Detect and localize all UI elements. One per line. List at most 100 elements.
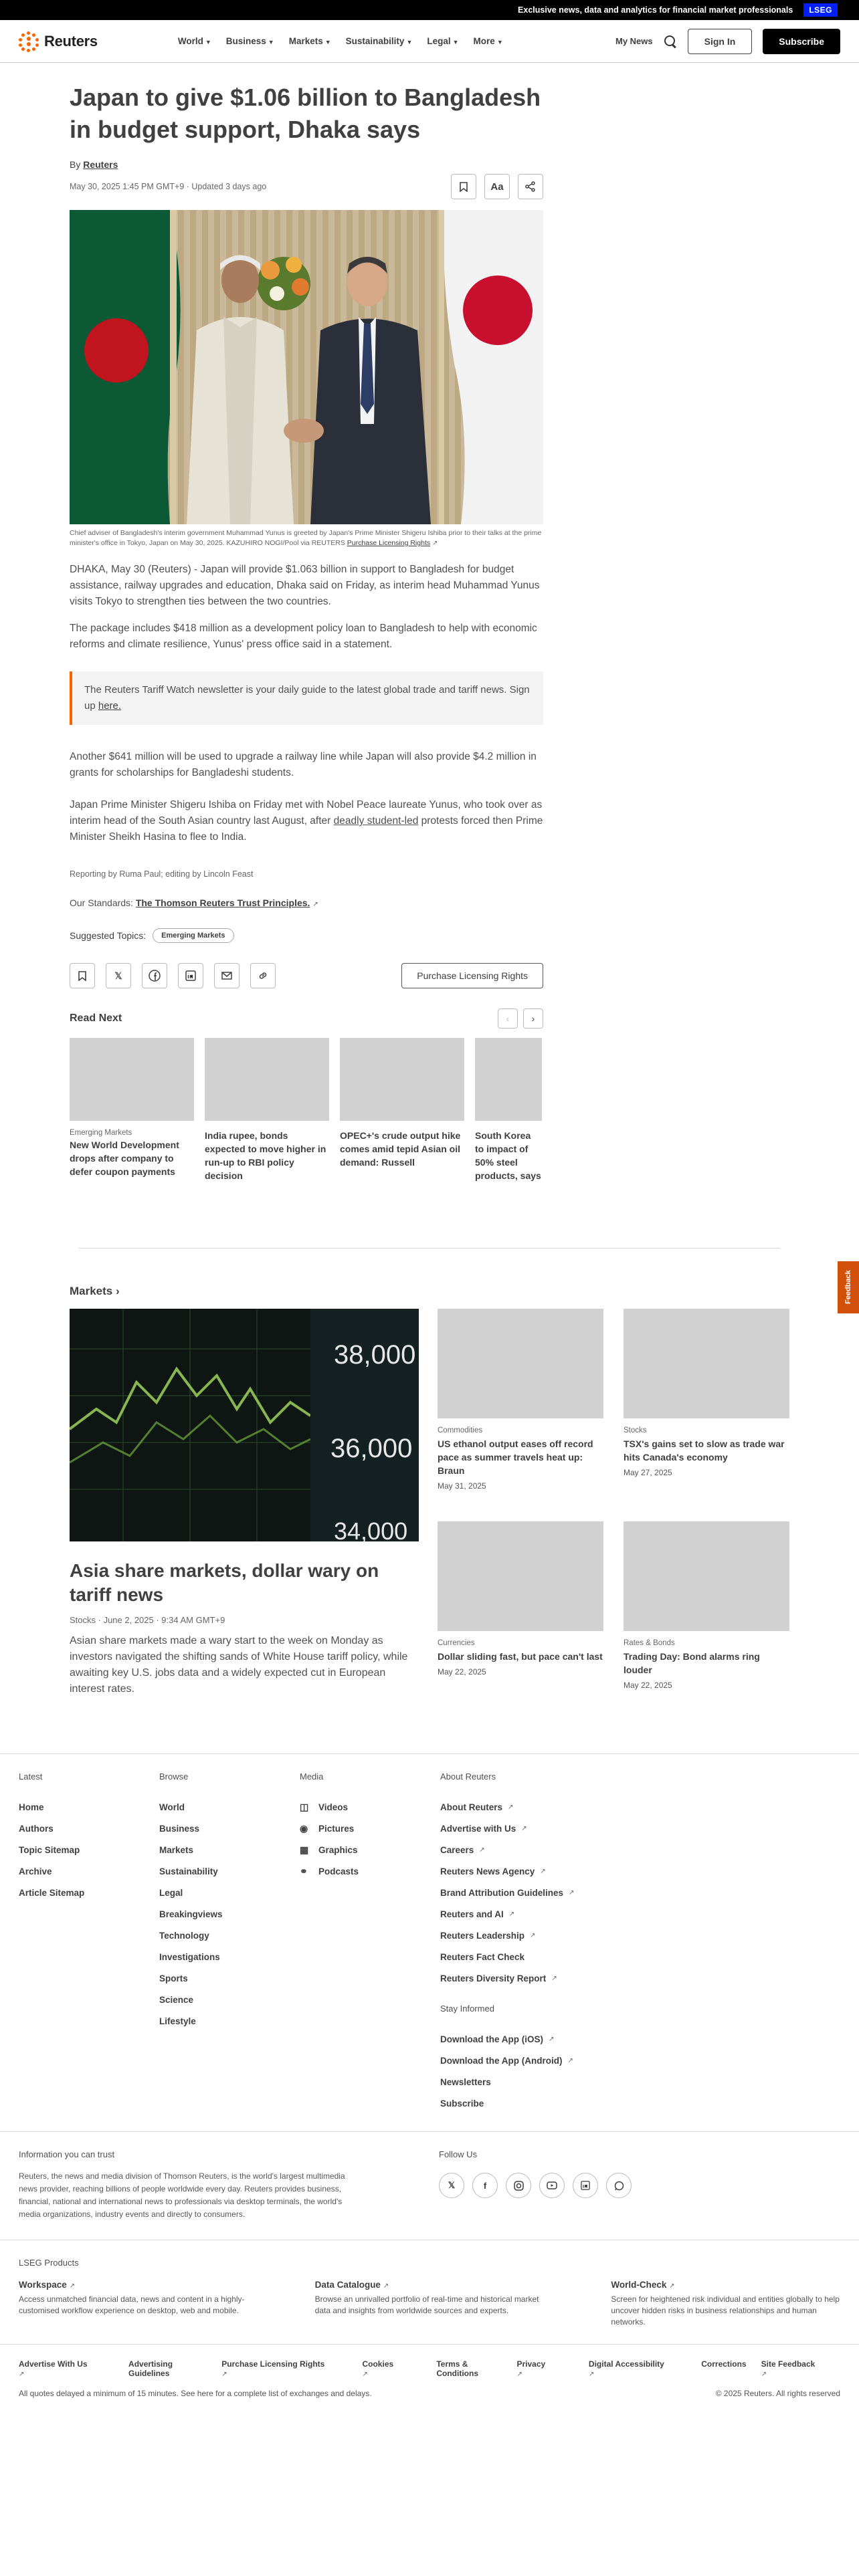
footer-link-pictures[interactable]: ◉ Pictures [300, 1818, 440, 1839]
nav-more[interactable]: More ▼ [474, 36, 503, 46]
nav-markets[interactable]: Markets ▼ [289, 36, 331, 46]
reuters-logo[interactable]: Reuters [19, 31, 98, 52]
read-next-card[interactable]: OPEC+'s crude output hike comes amid tep… [340, 1038, 464, 1182]
search-icon[interactable] [664, 35, 677, 48]
author-link[interactable]: Reuters [83, 159, 118, 170]
trust-principles-link[interactable]: The Thomson Reuters Trust Principles. [136, 897, 310, 908]
footer-link[interactable]: Newsletters [440, 2071, 654, 2092]
x-icon[interactable]: 𝕏 [106, 963, 131, 988]
markets-lead-image[interactable]: 38,000 36,000 34,000 [70, 1309, 419, 1541]
card-kicker[interactable]: Commodities [438, 1426, 603, 1434]
markets-card[interactable]: Stocks TSX's gains set to slow as trade … [624, 1309, 789, 1499]
card-headline[interactable]: TSX's gains set to slow as trade war hit… [624, 1437, 789, 1464]
lseg-product[interactable]: Workspace ↗ Access unmatched financial d… [19, 2280, 248, 2328]
sign-in-button[interactable]: Sign In [687, 28, 753, 54]
delay-note[interactable]: All quotes delayed a minimum of 15 minut… [19, 2389, 372, 2398]
x-icon[interactable]: 𝕏 [439, 2173, 464, 2198]
markets-card[interactable]: Rates & Bonds Trading Day: Bond alarms r… [624, 1521, 789, 1698]
footer-link[interactable]: Brand Attribution Guidelines ↗ [440, 1882, 654, 1903]
read-next-card[interactable]: India rupee, bonds expected to move high… [205, 1038, 329, 1182]
markets-lead-headline[interactable]: Asia share markets, dollar wary on tarif… [70, 1559, 419, 1607]
card-headline[interactable]: India rupee, bonds expected to move high… [205, 1129, 329, 1182]
markets-card[interactable]: Commodities US ethanol output eases off … [438, 1309, 603, 1499]
bottom-link[interactable]: Purchase Licensing Rights ↗ [221, 2359, 347, 2378]
footer-link[interactable]: Archive [19, 1860, 159, 1882]
linkedin-icon[interactable] [178, 963, 203, 988]
font-size-button[interactable]: Aa [484, 174, 510, 199]
footer-link[interactable]: Reuters Leadership ↗ [440, 1925, 654, 1946]
link-icon[interactable] [250, 963, 276, 988]
read-next-card[interactable]: South Korea to impact of 50% steel produ… [475, 1038, 542, 1182]
footer-link[interactable]: Careers ↗ [440, 1839, 654, 1860]
lseg-product[interactable]: Data Catalogue ↗ Browse an unrivalled po… [315, 2280, 545, 2328]
whatsapp-icon[interactable] [606, 2173, 632, 2198]
footer-link[interactable]: Sports [159, 1967, 300, 1989]
footer-link[interactable]: Article Sitemap [19, 1882, 159, 1903]
nav-business[interactable]: Business ▼ [226, 36, 274, 46]
footer-link[interactable]: Breakingviews [159, 1903, 300, 1925]
feedback-tab[interactable]: Feedback [838, 1261, 859, 1313]
footer-link-graphics[interactable]: ▦ Graphics [300, 1839, 440, 1860]
inline-link[interactable]: deadly student-led [334, 815, 419, 827]
footer-link[interactable]: Download the App (iOS) ↗ [440, 2028, 654, 2050]
bookmark-icon[interactable] [70, 963, 95, 988]
facebook-icon[interactable] [142, 963, 167, 988]
bottom-link[interactable]: Terms & Conditions [436, 2359, 502, 2378]
footer-link[interactable]: Reuters News Agency ↗ [440, 1860, 654, 1882]
bookmark-icon[interactable] [451, 174, 476, 199]
caption-license-link[interactable]: Purchase Licensing Rights [347, 539, 430, 547]
bottom-link[interactable]: Digital Accessibility ↗ [589, 2359, 686, 2378]
linkedin-icon[interactable] [573, 2173, 598, 2198]
footer-link[interactable]: Reuters Diversity Report ↗ [440, 1967, 654, 1989]
footer-link[interactable]: World [159, 1796, 300, 1818]
topic-chip[interactable]: Emerging Markets [153, 928, 234, 943]
footer-link[interactable]: Advertise with Us ↗ [440, 1818, 654, 1839]
footer-link[interactable]: About Reuters ↗ [440, 1796, 654, 1818]
my-news-link[interactable]: My News [615, 36, 653, 46]
card-headline[interactable]: OPEC+'s crude output hike comes amid tep… [340, 1129, 464, 1169]
footer-link[interactable]: Reuters and AI ↗ [440, 1903, 654, 1925]
article-photo[interactable] [70, 210, 543, 524]
bottom-link[interactable]: Privacy ↗ [517, 2359, 574, 2378]
footer-link[interactable]: Science [159, 1989, 300, 2010]
facebook-icon[interactable]: f [472, 2173, 498, 2198]
footer-link-podcasts[interactable]: ⚭ Podcasts [300, 1860, 440, 1882]
footer-link[interactable]: Business [159, 1818, 300, 1839]
footer-link[interactable]: Reuters Fact Check [440, 1946, 654, 1967]
newsletter-signup-link[interactable]: here. [98, 700, 121, 712]
markets-section-title[interactable]: Markets › [70, 1285, 789, 1298]
instagram-icon[interactable] [506, 2173, 531, 2198]
footer-link[interactable]: Topic Sitemap [19, 1839, 159, 1860]
card-headline[interactable]: Dollar sliding fast, but pace can't last [438, 1650, 603, 1663]
chevron-left-icon[interactable]: ‹ [498, 1008, 518, 1029]
markets-lead-story[interactable]: 38,000 36,000 34,000 Asia share markets,… [70, 1309, 419, 1697]
read-next-card[interactable]: Emerging Markets New World Development d… [70, 1038, 194, 1182]
bottom-link[interactable]: Corrections [701, 2359, 746, 2378]
email-icon[interactable] [214, 963, 240, 988]
card-kicker[interactable]: Emerging Markets [70, 1129, 194, 1137]
footer-link[interactable]: Sustainability [159, 1860, 300, 1882]
card-headline[interactable]: US ethanol output eases off record pace … [438, 1437, 603, 1477]
bottom-link[interactable]: Advertising Guidelines [128, 2359, 207, 2378]
markets-card[interactable]: Currencies Dollar sliding fast, but pace… [438, 1521, 603, 1698]
nav-legal[interactable]: Legal ▼ [427, 36, 458, 46]
footer-link[interactable]: Subscribe [440, 2092, 654, 2114]
bottom-link[interactable]: Cookies ↗ [362, 2359, 421, 2378]
footer-link[interactable]: Investigations [159, 1946, 300, 1967]
nav-world[interactable]: World ▼ [178, 36, 211, 46]
card-headline[interactable]: New World Development drops after compan… [70, 1138, 194, 1178]
footer-link[interactable]: Legal [159, 1882, 300, 1903]
card-kicker[interactable]: Rates & Bonds [624, 1639, 789, 1647]
lseg-product[interactable]: World-Check ↗ Screen for heightened risk… [611, 2280, 840, 2328]
subscribe-button[interactable]: Subscribe [763, 28, 840, 54]
footer-link[interactable]: Download the App (Android) ↗ [440, 2050, 654, 2071]
footer-link[interactable]: Markets [159, 1839, 300, 1860]
nav-sustainability[interactable]: Sustainability ▼ [346, 36, 413, 46]
lseg-badge[interactable]: LSEG [803, 3, 838, 17]
footer-link[interactable]: Lifestyle [159, 2010, 300, 2032]
bottom-link[interactable]: Advertise With Us ↗ [19, 2359, 114, 2378]
card-headline[interactable]: Trading Day: Bond alarms ring louder [624, 1650, 789, 1677]
bottom-link[interactable]: Site Feedback ↗ [761, 2359, 840, 2378]
youtube-icon[interactable] [539, 2173, 565, 2198]
card-headline[interactable]: South Korea to impact of 50% steel produ… [475, 1129, 542, 1182]
